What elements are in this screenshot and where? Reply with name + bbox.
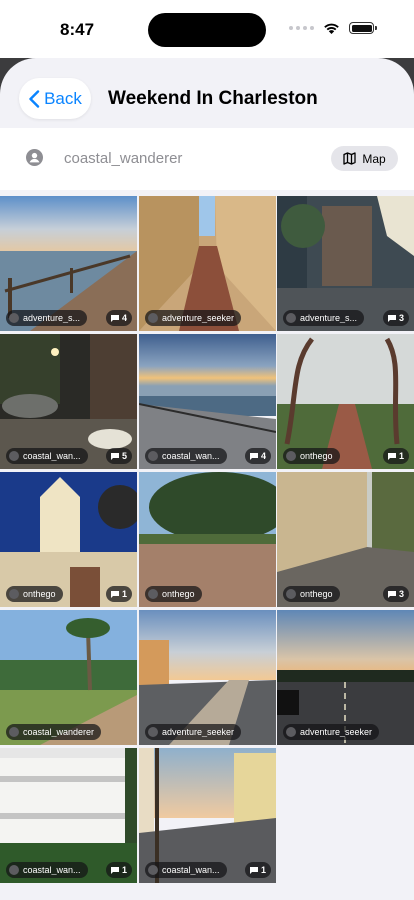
photo-tile[interactable]: adventure_s... 4 <box>0 196 137 331</box>
photo-tile[interactable]: coastal_wan... 4 <box>139 334 276 469</box>
user-tag: coastal_wanderer <box>6 724 102 740</box>
album-sheet: Back Weekend In Charleston coastal_wande… <box>0 58 414 900</box>
avatar <box>148 727 158 737</box>
tag-username: adventure_seeker <box>162 313 235 323</box>
avatar <box>286 451 296 461</box>
comment-count-badge: 4 <box>244 448 271 464</box>
photo-tile[interactable]: onthego 1 <box>277 334 414 469</box>
photo-tile[interactable]: adventure_seeker <box>277 610 414 745</box>
chevron-left-icon <box>29 89 40 108</box>
photo-tile[interactable]: coastal_wan... 5 <box>0 334 137 469</box>
comment-icon <box>110 452 119 460</box>
tag-username: coastal_wan... <box>162 865 220 875</box>
tag-username: onthego <box>23 589 56 599</box>
user-tag: adventure_s... <box>283 310 365 326</box>
tag-username: onthego <box>162 589 195 599</box>
comment-icon <box>387 452 396 460</box>
avatar <box>286 313 296 323</box>
user-tag: coastal_wan... <box>145 862 227 878</box>
comment-icon <box>249 452 258 460</box>
map-icon <box>343 152 356 165</box>
comment-count-badge: 1 <box>105 586 132 602</box>
tag-username: coastal_wanderer <box>23 727 95 737</box>
avatar <box>148 451 158 461</box>
comment-icon <box>110 590 119 598</box>
tag-username: coastal_wan... <box>162 451 220 461</box>
photo-tile[interactable]: onthego <box>139 472 276 607</box>
user-tag: coastal_wan... <box>145 448 227 464</box>
avatar <box>9 865 19 875</box>
photo-tile[interactable]: coastal_wanderer <box>0 610 137 745</box>
comment-count-badge: 3 <box>382 586 409 602</box>
map-button[interactable]: Map <box>331 146 398 171</box>
photo-tile[interactable]: adventure_seeker <box>139 196 276 331</box>
avatar <box>286 589 296 599</box>
comment-icon <box>249 866 258 874</box>
photo-tile[interactable]: coastal_wan... 1 <box>0 748 137 883</box>
owner-bar: coastal_wanderer Map <box>0 128 414 190</box>
avatar <box>9 451 19 461</box>
avatar <box>148 589 158 599</box>
user-tag: coastal_wan... <box>6 448 88 464</box>
tag-username: coastal_wan... <box>23 865 81 875</box>
user-tag: adventure_seeker <box>145 724 242 740</box>
tag-username: adventure_seeker <box>162 727 235 737</box>
photo-tile[interactable]: coastal_wan... 1 <box>139 748 276 883</box>
avatar <box>9 727 19 737</box>
user-tag: adventure_s... <box>6 310 88 326</box>
user-tag: coastal_wan... <box>6 862 88 878</box>
tag-username: adventure_seeker <box>300 727 373 737</box>
user-tag: onthego <box>283 586 340 602</box>
owner-username[interactable]: coastal_wanderer <box>64 150 182 167</box>
back-label: Back <box>44 88 82 108</box>
dynamic-island <box>148 13 266 47</box>
nav-header: Back Weekend In Charleston <box>0 58 414 128</box>
battery-icon <box>349 22 377 34</box>
photo-tile[interactable]: onthego 3 <box>277 472 414 607</box>
user-tag: adventure_seeker <box>283 724 380 740</box>
map-label: Map <box>362 151 386 166</box>
tag-username: adventure_s... <box>23 313 81 323</box>
user-tag: onthego <box>283 448 340 464</box>
photo-tile[interactable]: adventure_s... 3 <box>277 196 414 331</box>
avatar <box>9 313 19 323</box>
avatar <box>148 865 158 875</box>
tag-username: adventure_s... <box>300 313 358 323</box>
photo-tile[interactable]: onthego 1 <box>0 472 137 607</box>
page-title: Weekend In Charleston <box>108 88 318 109</box>
photo-tile[interactable]: adventure_seeker <box>139 610 276 745</box>
status-icons <box>289 22 377 34</box>
cellular-signal-icon <box>289 26 314 30</box>
comment-icon <box>110 866 119 874</box>
avatar <box>148 313 158 323</box>
status-time: 8:47 <box>60 20 95 39</box>
comment-count-badge: 1 <box>382 448 409 464</box>
avatar <box>9 589 19 599</box>
tag-username: onthego <box>300 451 333 461</box>
status-bar: 8:47 <box>0 0 414 58</box>
wifi-icon <box>324 23 339 34</box>
tag-username: coastal_wan... <box>23 451 81 461</box>
comment-count-badge: 1 <box>105 862 132 878</box>
comment-icon <box>387 314 396 322</box>
user-tag: onthego <box>145 586 202 602</box>
avatar <box>286 727 296 737</box>
user-tag: adventure_seeker <box>145 310 242 326</box>
person-circle-icon <box>26 149 43 166</box>
comment-count-badge: 3 <box>382 310 409 326</box>
tag-username: onthego <box>300 589 333 599</box>
back-button[interactable]: Back <box>19 78 91 119</box>
comment-count-badge: 5 <box>105 448 132 464</box>
user-tag: onthego <box>6 586 63 602</box>
comment-icon <box>110 314 119 322</box>
comment-count-badge: 4 <box>105 310 132 326</box>
comment-icon <box>387 590 396 598</box>
comment-count-badge: 1 <box>244 862 271 878</box>
